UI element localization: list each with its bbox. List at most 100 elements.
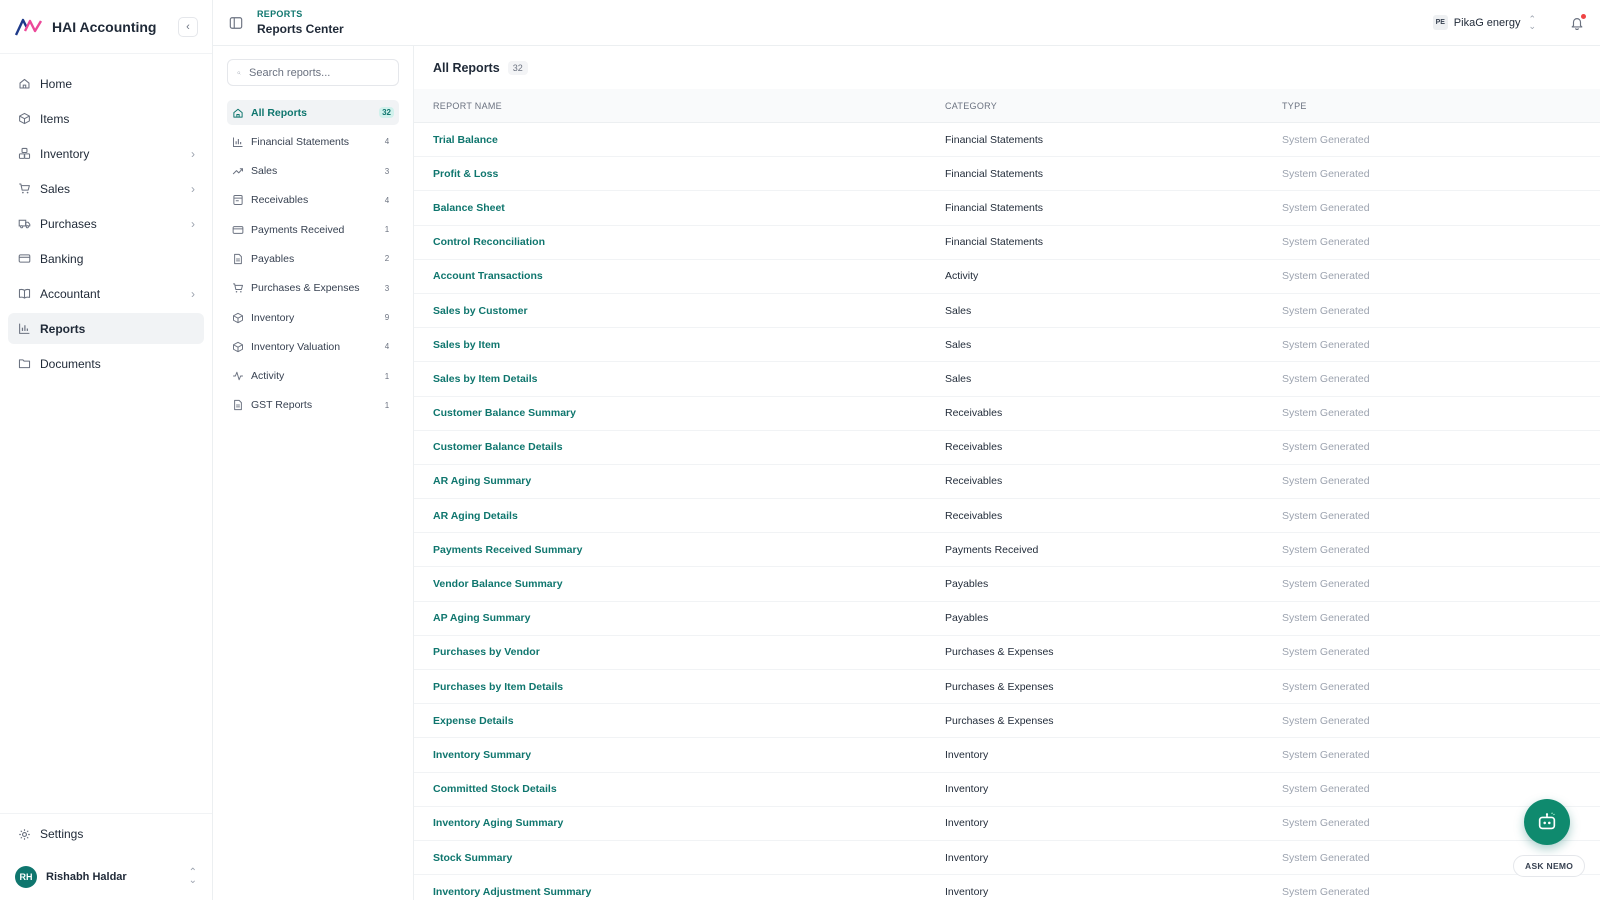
report-name-link[interactable]: Sales by Item Details	[433, 373, 537, 385]
bar-chart-icon	[232, 136, 244, 148]
column-header-category[interactable]: CATEGORY	[945, 101, 1282, 111]
report-name-link[interactable]: AR Aging Details	[433, 510, 518, 522]
sidebar-item-banking[interactable]: Banking	[8, 243, 204, 274]
sidebar-item-items[interactable]: Items	[8, 103, 204, 134]
report-name-link[interactable]: AR Aging Summary	[433, 475, 531, 487]
panel-toggle-icon[interactable]	[229, 16, 243, 30]
bar-chart-icon	[17, 322, 31, 336]
report-name-link[interactable]: Profit & Loss	[433, 168, 498, 180]
file-icon	[232, 399, 244, 411]
sidebar-item-reports[interactable]: Reports	[8, 313, 204, 344]
category-item-sales[interactable]: Sales 3	[227, 159, 399, 184]
report-name-link[interactable]: Purchases by Item Details	[433, 681, 563, 693]
table-row[interactable]: AP Aging Summary Payables System Generated	[414, 602, 1600, 636]
table-row[interactable]: Purchases by Vendor Purchases & Expenses S…	[414, 636, 1600, 670]
search-input[interactable]	[249, 66, 389, 79]
sidebar-item-accountant[interactable]: Accountant ›	[8, 278, 204, 309]
report-name-link[interactable]: Control Reconciliation	[433, 236, 545, 248]
category-label: Inventory Valuation	[251, 340, 341, 353]
report-name-link[interactable]: Purchases by Vendor	[433, 646, 540, 658]
report-name-link[interactable]: Balance Sheet	[433, 202, 505, 214]
report-name-link[interactable]: Customer Balance Summary	[433, 407, 576, 419]
brand-name: HAI Accounting	[52, 18, 157, 35]
table-row[interactable]: Sales by Item Sales System Generated	[414, 328, 1600, 363]
category-item-activity[interactable]: Activity 1	[227, 364, 399, 389]
sidebar-item-label: Banking	[40, 251, 84, 266]
table-row[interactable]: Payments Received Summary Payments Receiv…	[414, 533, 1600, 568]
report-name-link[interactable]: AP Aging Summary	[433, 612, 530, 624]
sidebar-item-sales[interactable]: Sales ›	[8, 173, 204, 204]
table-row[interactable]: Customer Balance Summary Receivables Syste…	[414, 397, 1600, 431]
table-row[interactable]: AR Aging Summary Receivables System Genera…	[414, 465, 1600, 500]
breadcrumb-section[interactable]: REPORTS	[257, 9, 344, 19]
sidebar-footer: Settings RH Rishabh Haldar ⌃ ⌄	[0, 813, 212, 900]
report-name-link[interactable]: Inventory Adjustment Summary	[433, 886, 591, 898]
table-row[interactable]: Trial Balance Financial Statements System …	[414, 123, 1600, 158]
table-row[interactable]: Control Reconciliation Financial Statemen…	[414, 226, 1600, 260]
card-icon	[17, 252, 31, 266]
category-item-gst-reports[interactable]: GST Reports 1	[227, 393, 399, 418]
table-row[interactable]: Inventory Summary Inventory System Generat…	[414, 738, 1600, 773]
column-header-type[interactable]: TYPE	[1282, 101, 1600, 111]
category-item-inventory-valuation[interactable]: Inventory Valuation 4	[227, 334, 399, 359]
table-row[interactable]: Committed Stock Details Inventory System G…	[414, 773, 1600, 807]
report-name-link[interactable]: Payments Received Summary	[433, 544, 582, 556]
table-row[interactable]: Expense Details Purchases & Expenses Syste…	[414, 704, 1600, 739]
user-menu[interactable]: RH Rishabh Haldar ⌃ ⌄	[0, 854, 212, 900]
report-category: Financial Statements	[945, 167, 1044, 180]
chevron-right-icon: ›	[191, 146, 195, 161]
cart-icon	[232, 282, 244, 294]
collapse-sidebar-button[interactable]: ‹	[178, 16, 198, 37]
report-category: Receivables	[945, 441, 1003, 454]
category-item-financial-statements[interactable]: Financial Statements 4	[227, 129, 399, 154]
table-row[interactable]: Balance Sheet Financial Statements System …	[414, 191, 1600, 226]
report-name-link[interactable]: Trial Balance	[433, 134, 498, 146]
table-row[interactable]: Profit & Loss Financial Statements System …	[414, 157, 1600, 192]
ask-nemo-button[interactable]	[1524, 799, 1570, 845]
report-category: Financial Statements	[945, 236, 1044, 249]
category-item-inventory[interactable]: Inventory 9	[227, 305, 399, 330]
report-name-link[interactable]: Inventory Summary	[433, 749, 531, 761]
report-type: System Generated	[1282, 407, 1370, 420]
sidebar-item-purchases[interactable]: Purchases ›	[8, 208, 204, 239]
report-name-link[interactable]: Customer Balance Details	[433, 441, 563, 453]
category-item-purchases-and-expenses[interactable]: Purchases & Expenses 3	[227, 276, 399, 301]
category-item-all-reports[interactable]: All Reports 32	[227, 100, 399, 125]
sidebar: HAI Accounting ‹ Home Items Inventory › Sale…	[0, 0, 213, 900]
table-row[interactable]: Customer Balance Details Receivables Syste…	[414, 431, 1600, 465]
category-item-payables[interactable]: Payables 2	[227, 246, 399, 271]
report-name-link[interactable]: Expense Details	[433, 715, 514, 727]
report-name-link[interactable]: Inventory Aging Summary	[433, 817, 563, 829]
column-header-report-name[interactable]: REPORT NAME	[414, 101, 945, 111]
report-name-link[interactable]: Sales by Item	[433, 339, 500, 351]
table-row[interactable]: Account Transactions Activity System Gener…	[414, 260, 1600, 294]
table-header-bar: All Reports 32	[414, 46, 1600, 89]
book-icon	[17, 287, 31, 301]
sidebar-item-home[interactable]: Home	[8, 68, 204, 99]
ask-nemo-label[interactable]: ASK NEMO	[1513, 855, 1586, 877]
table-row[interactable]: Inventory Adjustment Summary Inventory Sys…	[414, 875, 1600, 900]
table-row[interactable]: Sales by Item Details Sales System Generat…	[414, 362, 1600, 397]
brand: HAI Accounting ‹	[0, 0, 212, 54]
report-type: System Generated	[1282, 475, 1370, 488]
report-name-link[interactable]: Account Transactions	[433, 270, 543, 282]
sidebar-item-inventory[interactable]: Inventory ›	[8, 138, 204, 169]
table-row[interactable]: AR Aging Details Receivables System Genera…	[414, 499, 1600, 534]
table-row[interactable]: Vendor Balance Summary Payables System Gen…	[414, 567, 1600, 602]
report-name-link[interactable]: Sales by Customer	[433, 305, 528, 317]
table-row[interactable]: Purchases by Item Details Purchases & Exp…	[414, 670, 1600, 705]
report-name-link[interactable]: Vendor Balance Summary	[433, 578, 563, 590]
category-item-payments-received[interactable]: Payments Received 1	[227, 217, 399, 242]
category-count: 4	[384, 137, 390, 147]
report-name-link[interactable]: Stock Summary	[433, 852, 512, 864]
report-name-link[interactable]: Committed Stock Details	[433, 783, 557, 795]
settings-link[interactable]: Settings	[0, 814, 212, 854]
table-row[interactable]: Inventory Aging Summary Inventory System G…	[414, 807, 1600, 841]
notifications-button[interactable]	[1570, 13, 1586, 30]
category-label: Purchases & Expenses	[251, 282, 360, 295]
table-row[interactable]: Stock Summary Inventory System Generated	[414, 841, 1600, 876]
category-item-receivables[interactable]: Receivables 4	[227, 188, 399, 213]
org-switcher[interactable]: PE PikaG energy ⌃ ⌄	[1432, 14, 1536, 30]
table-row[interactable]: Sales by Customer Sales System Generated	[414, 294, 1600, 329]
sidebar-item-documents[interactable]: Documents	[8, 348, 204, 379]
